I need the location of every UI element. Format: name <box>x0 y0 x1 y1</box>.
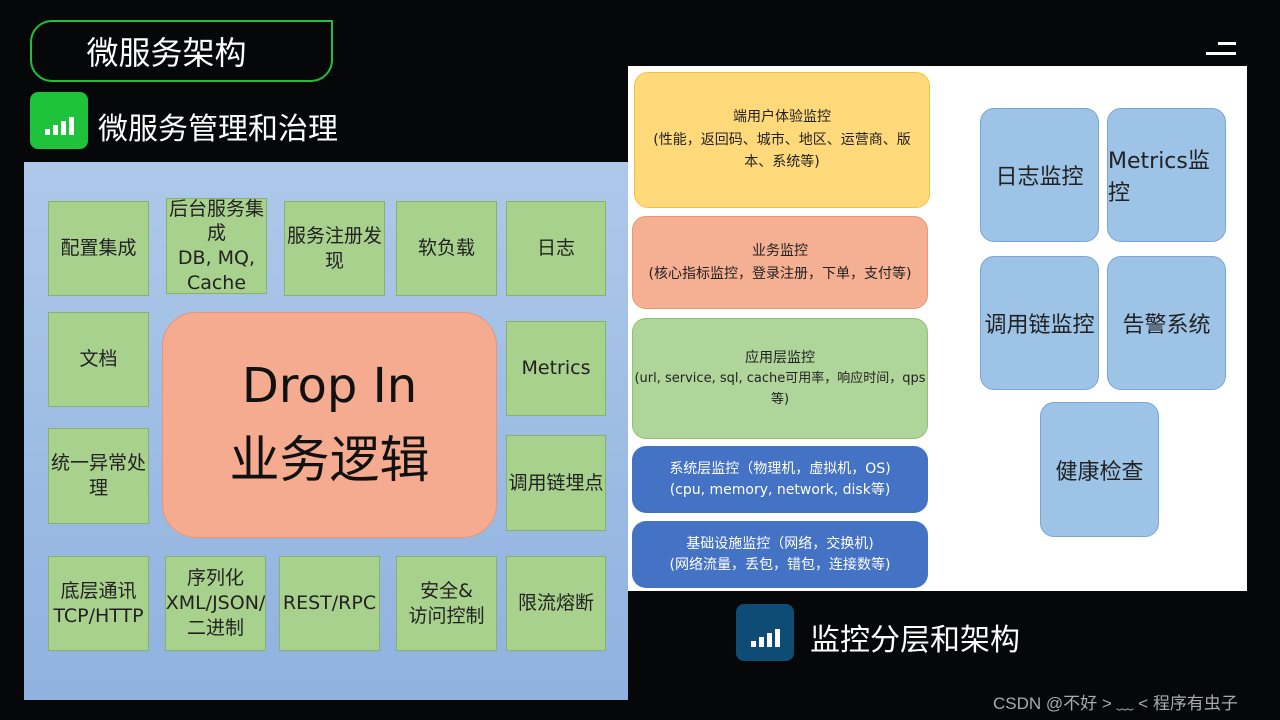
layer-title: 应用层监控 <box>745 349 815 366</box>
box-docs: 文档 <box>48 312 149 407</box>
box-log: 日志 <box>506 201 606 296</box>
box-backend: 后台服务集成 DB, MQ, Cache <box>166 198 267 294</box>
box-config: 配置集成 <box>48 201 149 296</box>
box-metrics: Metrics <box>506 321 606 416</box>
bar-chart-icon <box>736 604 794 661</box>
box-registry: 服务注册发现 <box>284 201 385 296</box>
layer-title: 系统层监控（物理机，虚拟机，OS) <box>669 460 891 477</box>
layer-system: 系统层监控（物理机，虚拟机，OS) (cpu, memory, network, … <box>632 446 928 513</box>
section-title-governance: 微服务管理和治理 <box>98 112 338 147</box>
layer-infrastructure: 基础设施监控（网络，交换机) (网络流量，丢包，错包，连接数等) <box>632 521 928 588</box>
box-transport: 底层通讯 TCP/HTTP <box>48 556 149 651</box>
business-logic-label: 业务逻辑 <box>229 431 430 489</box>
microservice-diagram: 配置集成 后台服务集成 DB, MQ, Cache 服务注册发现 软负载 日志 … <box>24 162 628 700</box>
box-security: 安全& 访问控制 <box>396 556 497 651</box>
box-lb: 软负载 <box>396 201 497 296</box>
box-ratelimit: 限流熔断 <box>506 556 606 651</box>
layer-business: 业务监控 (核心指标监控，登录注册，下单，支付等) <box>632 216 928 309</box>
layer-end-user: 端用户体验监控 (性能，返回码、城市、地区、运营商、版本、系统等) <box>634 72 930 208</box>
box-alert-system: 告警系统 <box>1107 256 1226 390</box>
box-trace: 调用链埋点 <box>506 435 606 531</box>
layer-title: 基础设施监控（网络，交换机) <box>686 535 874 552</box>
box-log-monitor: 日志监控 <box>980 108 1099 242</box>
layer-application: 应用层监控 (url, service, sql, cache可用率，响应时间，q… <box>632 318 928 439</box>
layer-desc: (性能，返回码、城市、地区、运营商、版本、系统等) <box>653 131 911 171</box>
box-health-check: 健康检查 <box>1040 402 1159 537</box>
layer-desc: (cpu, memory, network, disk等) <box>669 481 891 498</box>
section-title-monitoring: 监控分层和架构 <box>810 623 1020 658</box>
layer-desc: (网络流量，丢包，错包，连接数等) <box>669 556 891 573</box>
business-logic-core: Drop In 业务逻辑 <box>162 312 497 538</box>
monitoring-diagram: 端用户体验监控 (性能，返回码、城市、地区、运营商、版本、系统等) 业务监控 (核心… <box>628 66 1247 591</box>
layer-title: 端用户体验监控 <box>733 109 831 126</box>
box-metrics-monitor: Metrics监控 <box>1107 108 1226 242</box>
box-exception: 统一异常处理 <box>48 428 149 524</box>
watermark: CSDN @不好 > ﹏ < 程序有虫子 <box>993 694 1238 713</box>
layer-desc: (核心指标监控，登录注册，下单，支付等) <box>648 265 912 282</box>
menu-icon[interactable] <box>1206 42 1236 58</box>
layer-title: 业务监控 <box>752 243 808 260</box>
box-serialization: 序列化 XML/JSON/ 二进制 <box>165 556 266 651</box>
layer-desc: (url, service, sql, cache可用率，响应时间，qps等) <box>634 370 926 407</box>
box-rest: REST/RPC <box>279 556 380 651</box>
drop-in-label: Drop In <box>241 358 418 414</box>
box-trace-monitor: 调用链监控 <box>980 256 1099 390</box>
bar-chart-icon <box>30 92 88 149</box>
page-title: 微服务架构 <box>30 20 333 82</box>
